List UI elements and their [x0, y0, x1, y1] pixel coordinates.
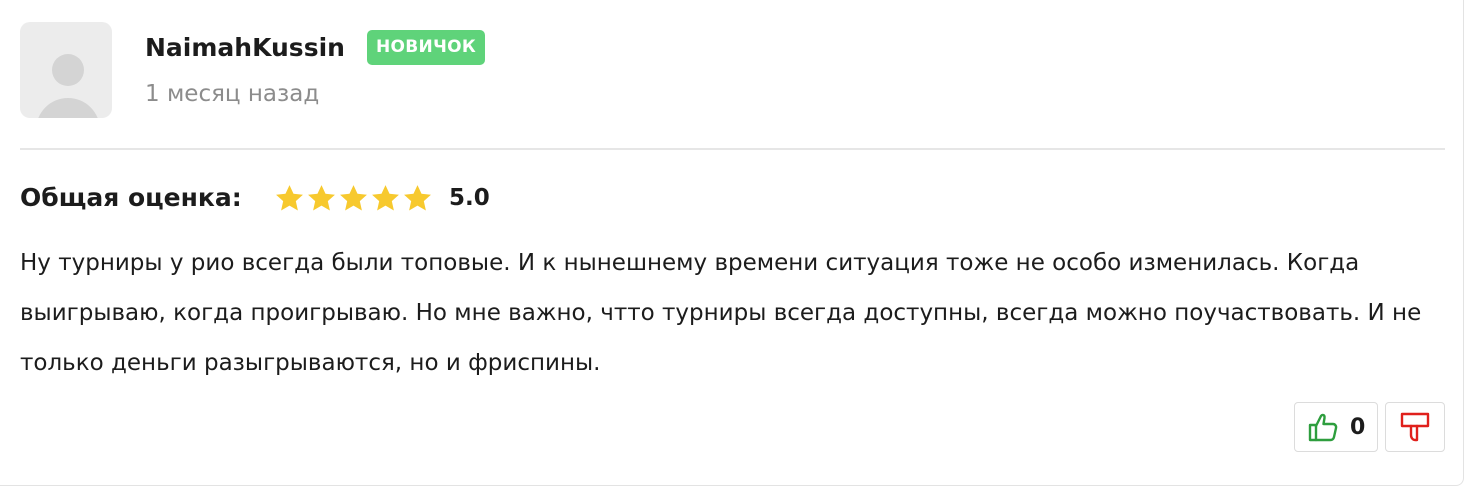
like-button[interactable]: 0	[1294, 402, 1378, 452]
status-badge: НОВИЧОК	[367, 30, 486, 65]
review-timestamp: 1 месяц назад	[145, 81, 320, 107]
rating-label: Общая оценка:	[20, 183, 242, 212]
star-icon	[372, 184, 399, 211]
star-icon	[404, 184, 431, 211]
divider	[20, 148, 1445, 150]
star-icon	[276, 184, 303, 211]
rating-stars	[274, 180, 433, 216]
star-icon	[308, 184, 335, 211]
rating-value: 5.0	[449, 185, 490, 211]
avatar-body-shape	[36, 98, 100, 118]
avatar-head-shape	[52, 54, 84, 86]
review-card: NaimahKussin НОВИЧОК 1 месяц назад Общая…	[0, 0, 1464, 486]
like-count: 0	[1350, 414, 1366, 440]
dislike-button[interactable]	[1385, 402, 1445, 452]
reviewer-username[interactable]: NaimahKussin	[145, 30, 345, 66]
thumbs-up-icon	[1308, 413, 1338, 442]
avatar	[20, 22, 112, 118]
review-text: Ну турниры у рио всегда были топовые. И …	[20, 250, 1422, 376]
star-icon	[340, 184, 367, 211]
thumbs-down-icon	[1400, 412, 1430, 442]
